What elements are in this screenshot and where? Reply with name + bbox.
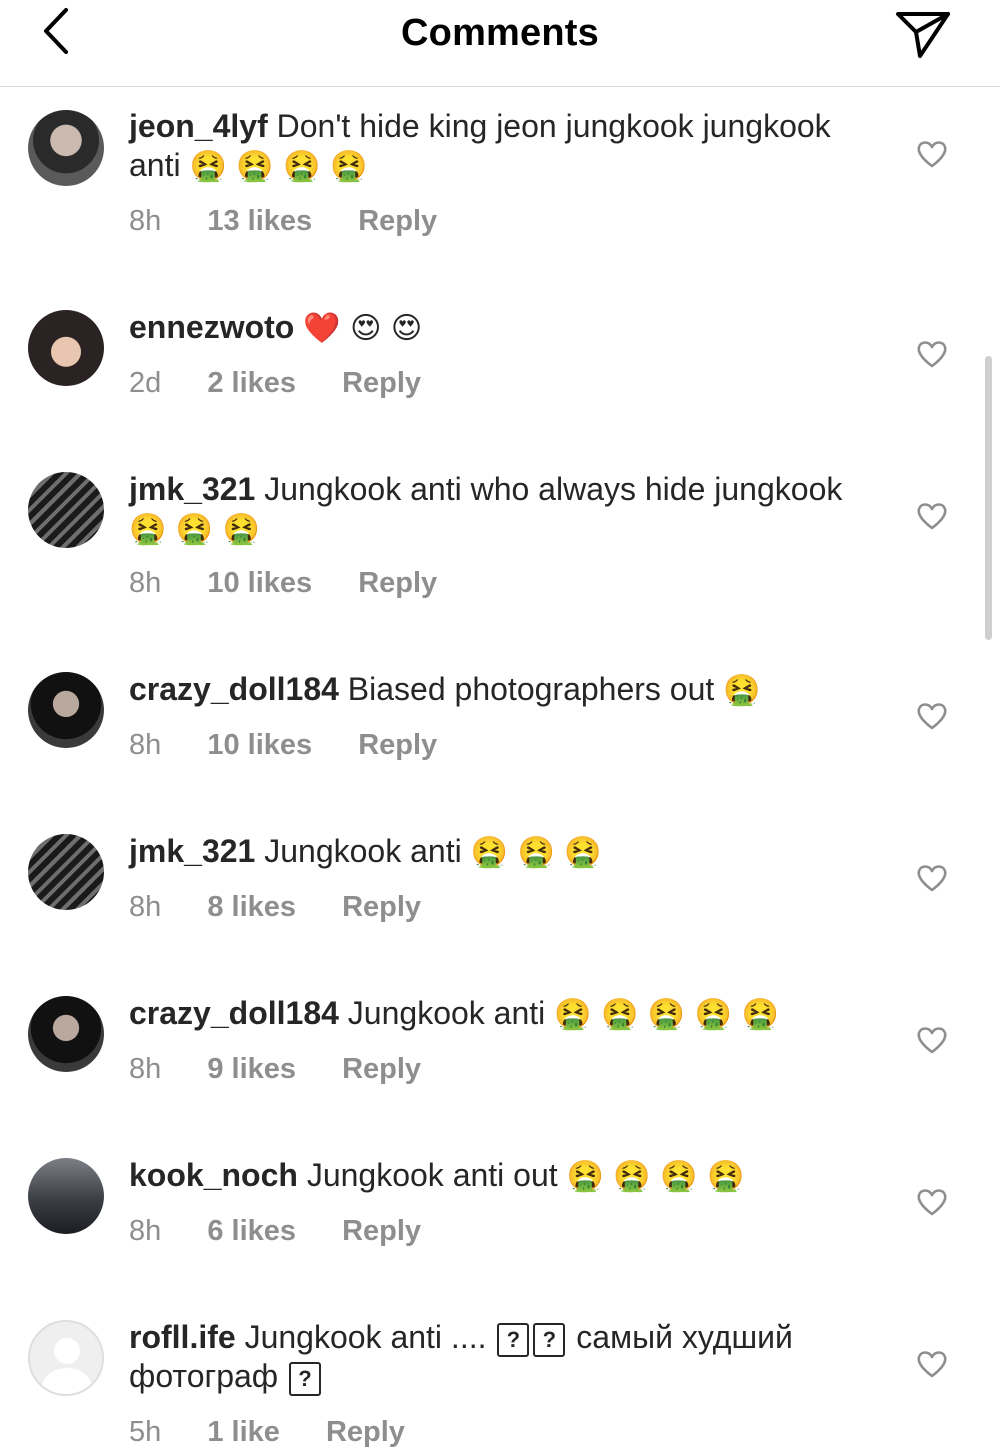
scrollbar[interactable] [985,356,992,640]
share-button[interactable] [892,6,954,60]
comment-time: 8h [129,1215,162,1247]
comment-text: ennezwoto ❤️ 😍 😍 [129,308,869,348]
comment-username[interactable]: rofll.ife [129,1319,236,1355]
comment-meta: 5h 1 like Reply [129,1416,443,1449]
heart-icon[interactable] [916,1349,948,1379]
comment-username[interactable]: ennezwoto [129,309,294,345]
vomiting-face-emoji: 🤮 [723,673,761,708]
default-avatar-head [54,1338,80,1364]
comment-meta: 8h 6 likes Reply [129,1215,459,1248]
comment-meta: 8h 10 likes Reply [129,567,475,600]
comment-body: Jungkook anti who always hide jungkook [264,471,843,507]
comment-text: kook_noch Jungkook anti out 🤮 🤮 🤮 🤮 [129,1156,869,1196]
reply-button[interactable]: Reply [326,1416,405,1448]
reply-button[interactable]: Reply [358,567,437,599]
comment-text: jmk_321 Jungkook anti 🤮 🤮 🤮 [129,832,869,872]
comment-time: 8h [129,891,162,923]
reply-button[interactable]: Reply [342,367,421,399]
heart-icon[interactable] [916,501,948,531]
heart-icon[interactable] [916,863,948,893]
comment-text: rofll.ife Jungkook anti .... ?? самый ху… [129,1318,869,1396]
vomiting-face-emoji: 🤮 🤮 🤮 🤮 [189,149,368,184]
avatar[interactable] [28,672,104,748]
reply-button[interactable]: Reply [358,729,437,761]
comment-text: jmk_321 Jungkook anti who always hide ju… [129,470,869,549]
comment-meta: 2d 2 likes Reply [129,367,459,400]
comment-meta: 8h 10 likes Reply [129,729,475,762]
reply-button[interactable]: Reply [342,1215,421,1247]
comment-body: Jungkook anti .... [244,1319,487,1355]
comment-username[interactable]: crazy_doll184 [129,671,339,707]
comment-likes[interactable]: 1 like [207,1416,280,1448]
vomiting-face-emoji: 🤮 🤮 🤮 🤮 🤮 [554,997,780,1032]
comment-likes[interactable]: 2 likes [207,367,296,399]
comments-header: Comments [0,0,1000,87]
comment-body: Jungkook anti out [306,1157,558,1193]
comment-time: 8h [129,729,162,761]
comment-meta: 8h 9 likes Reply [129,1053,459,1086]
comment-time: 2d [129,367,162,399]
reply-button[interactable]: Reply [342,891,421,923]
comment-time: 8h [129,1053,162,1085]
reply-button[interactable]: Reply [358,205,437,237]
vomiting-face-emoji: 🤮 🤮 🤮 🤮 [566,1159,745,1194]
avatar[interactable] [28,1158,104,1234]
comment-likes[interactable]: 10 likes [207,567,312,599]
comment-username[interactable]: kook_noch [129,1157,298,1193]
avatar[interactable] [28,996,104,1072]
comment-body: Jungkook anti [264,833,462,869]
comment-username[interactable]: jmk_321 [129,833,255,869]
comment-username[interactable]: crazy_doll184 [129,995,339,1031]
comment-likes[interactable]: 9 likes [207,1053,296,1085]
missing-glyph-box: ? [533,1322,566,1357]
comment-time: 5h [129,1416,162,1448]
comment-likes[interactable]: 13 likes [207,205,312,237]
comment-meta: 8h 13 likes Reply [129,205,475,238]
vomiting-face-emoji: 🤮 🤮 🤮 [470,835,602,870]
avatar[interactable] [28,110,104,186]
avatar[interactable] [28,834,104,910]
comment-likes[interactable]: 8 likes [207,891,296,923]
comment-time: 8h [129,205,162,237]
default-avatar-body [42,1368,92,1394]
avatar[interactable] [28,472,104,548]
comment-text: jeon_4lyf Don't hide king jeon jungkook … [129,107,869,186]
avatar[interactable] [28,1320,104,1396]
reply-button[interactable]: Reply [342,1053,421,1085]
comment-body: Jungkook anti [347,995,546,1031]
comment-likes[interactable]: 6 likes [207,1215,296,1247]
missing-glyph-box: ? [289,1361,321,1396]
paper-plane-icon [896,12,950,58]
avatar[interactable] [28,310,104,386]
comment-text: crazy_doll184 Biased photographers out 🤮 [129,670,869,710]
heart-icon[interactable] [916,339,948,369]
comment-time: 8h [129,567,162,599]
heart-icon[interactable] [916,1187,948,1217]
heart-icon[interactable] [916,1025,948,1055]
heart-eyes-emoji: ❤️ 😍 😍 [303,311,423,346]
comment-meta: 8h 8 likes Reply [129,891,459,924]
comment-likes[interactable]: 10 likes [207,729,312,761]
vomiting-face-emoji: 🤮 🤮 🤮 [129,512,261,547]
heart-icon[interactable] [916,139,948,169]
page-title: Comments [401,12,599,54]
comment-username[interactable]: jeon_4lyf [129,108,268,144]
heart-icon[interactable] [916,701,948,731]
missing-glyph-box: ? [497,1322,530,1357]
comment-body: Biased photographers out [347,671,715,707]
comment-text: crazy_doll184 Jungkook anti 🤮 🤮 🤮 🤮 🤮 [129,994,869,1034]
comment-username[interactable]: jmk_321 [129,471,255,507]
